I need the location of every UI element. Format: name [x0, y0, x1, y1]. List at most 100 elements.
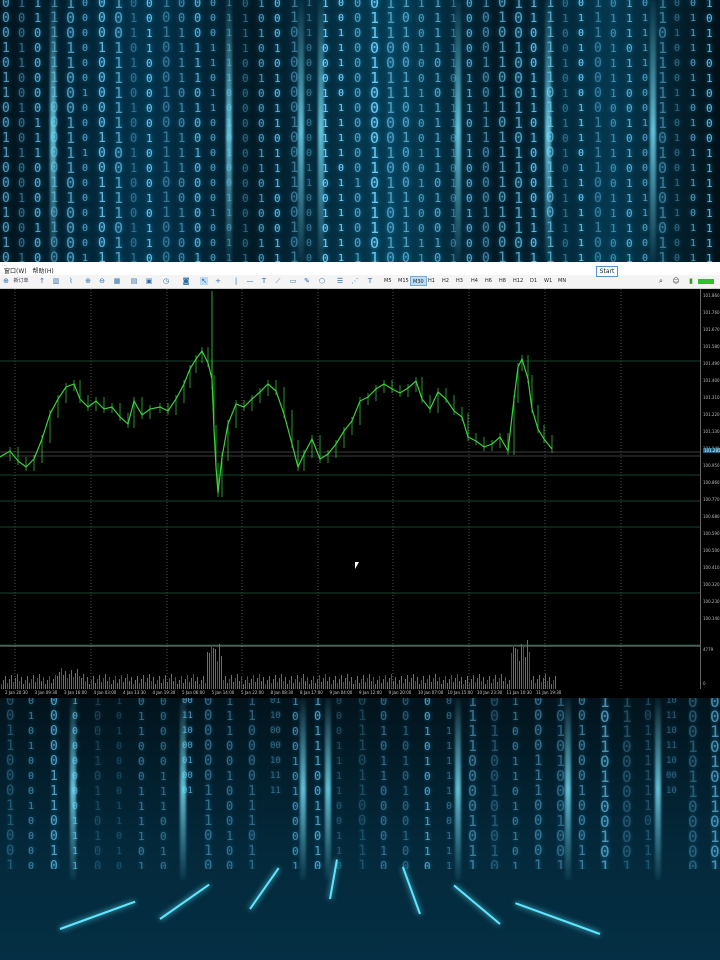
timeframe-h6[interactable]: H6	[483, 276, 494, 286]
volume-bar	[533, 676, 534, 689]
volume-bar	[481, 681, 482, 689]
timeframe-h12[interactable]: H12	[511, 276, 525, 286]
zoom-in-icon[interactable]: ⊕	[84, 277, 92, 285]
price-chart[interactable]	[0, 289, 700, 689]
line-chart-icon[interactable]: ⌇	[67, 277, 75, 285]
trendline-icon[interactable]: ⟋	[274, 277, 282, 285]
screenshot-icon[interactable]: ◙	[182, 277, 190, 285]
volume-bar	[531, 680, 532, 689]
one-click-trading-icon[interactable]: ↑	[38, 277, 46, 285]
time-tick-label: 4 Jan 03:00	[93, 690, 117, 695]
zoom-out-icon[interactable]: ⊖	[98, 277, 106, 285]
clock-icon[interactable]: ◷	[162, 277, 170, 285]
horizontal-line-icon[interactable]: —	[246, 277, 254, 285]
volume-bar	[171, 674, 172, 689]
price-tick-label: 101.130	[703, 429, 720, 434]
volume-bar	[477, 678, 478, 689]
timeframe-mn[interactable]: MN	[556, 276, 568, 286]
time-tick-label: 10 Jan 07:00	[418, 690, 444, 695]
account-icon[interactable]: ☺	[672, 277, 680, 285]
volume-bar	[389, 678, 390, 689]
volume-bar	[429, 675, 430, 689]
light-beam	[565, 698, 571, 880]
volume-bar	[13, 682, 14, 689]
time-tick-label: 3 Jan 09:30	[34, 690, 58, 695]
volume-bar	[385, 675, 386, 689]
bar-chart-icon[interactable]: ▥	[52, 277, 60, 285]
start-button[interactable]: Start	[596, 266, 618, 277]
timeframe-m30[interactable]: M30	[410, 276, 427, 286]
autoscroll-icon[interactable]: ▣	[145, 277, 153, 285]
volume-bar	[401, 676, 402, 689]
volume-bar	[263, 677, 264, 689]
binary-rain-column: 00000111001001	[50, 698, 58, 869]
timeframe-h2[interactable]: H2	[440, 276, 451, 286]
volume-bar	[459, 681, 460, 689]
volume-bar	[129, 681, 130, 689]
volume-bar	[99, 675, 100, 689]
menu-window[interactable]: 窗口(W)	[4, 268, 27, 275]
timeframe-w1[interactable]: W1	[542, 276, 554, 286]
timeframe-d1[interactable]: D1	[528, 276, 539, 286]
volume-bar	[291, 676, 292, 689]
volume-bar	[83, 674, 84, 689]
timeframe-h8[interactable]: H8	[497, 276, 508, 286]
cursor-tool-icon[interactable]: ↖	[200, 277, 208, 285]
volume-bar	[63, 675, 64, 689]
binary-rain-column: 0001110100100000011110	[194, 0, 202, 262]
volume-bar	[131, 677, 132, 689]
shapes-icon[interactable]: ⬡	[318, 277, 326, 285]
volume-bar	[451, 675, 452, 689]
volume-bar	[301, 678, 302, 689]
binary-rain-column: 11100100010001	[226, 698, 234, 869]
volume-bar	[245, 680, 246, 689]
volume-bar	[47, 680, 48, 689]
new-order-button[interactable]: 新订单	[11, 276, 31, 286]
timeframe-m15[interactable]: M15	[396, 276, 411, 286]
price-axis: 101.860 101.760 101.670 101.580 101.490 101.4…	[700, 289, 720, 689]
volume-bar	[355, 680, 356, 689]
new-order-icon[interactable]: ⊕	[2, 277, 10, 285]
volume-bar	[163, 679, 164, 689]
time-tick-label: 3 Jan 16:00	[64, 690, 87, 695]
binary-rain-column: 1110000100011000000111	[306, 0, 313, 262]
binary-rain-column: 01010001000000	[28, 698, 35, 869]
volume-bar	[53, 679, 54, 689]
timeframe-h4[interactable]: H4	[469, 276, 480, 286]
volume-bar	[275, 675, 276, 689]
indicators-icon[interactable]: ▤	[130, 277, 138, 285]
volume-bar	[217, 661, 218, 689]
volume-bar	[465, 680, 466, 689]
volume-bar	[543, 678, 544, 689]
fibonacci-icon[interactable]: ☰	[336, 277, 344, 285]
volume-bar	[35, 682, 36, 689]
binary-rain-column: 11100000000101	[622, 698, 632, 869]
volume-bar	[453, 682, 454, 689]
volume-bar	[195, 681, 196, 689]
time-tick-label: 8 Jan 17:00	[300, 690, 323, 695]
volume-bar	[211, 647, 212, 689]
volume-bar	[273, 679, 274, 689]
volume-bar	[255, 682, 256, 689]
volume-bar	[257, 678, 258, 689]
price-tick-label: 101.670	[703, 327, 720, 332]
search-icon[interactable]: ⌕	[657, 277, 665, 285]
vertical-line-icon[interactable]: |	[232, 277, 240, 285]
rectangle-icon[interactable]: ▭	[289, 277, 297, 285]
channel-icon[interactable]: ⋰	[351, 277, 359, 285]
volume-bar	[181, 676, 182, 689]
volume-bar	[267, 680, 268, 689]
crosshair-icon[interactable]: +	[214, 277, 222, 285]
volume-bar	[189, 682, 190, 689]
text-tool-icon[interactable]: T	[260, 277, 268, 285]
timeframe-m5[interactable]: M5	[382, 276, 394, 286]
timeframe-h3[interactable]: H3	[454, 276, 465, 286]
volume-bar	[421, 680, 422, 689]
volume-bar	[143, 675, 144, 689]
text-label-icon[interactable]: T	[366, 277, 374, 285]
timeframe-h1[interactable]: H1	[426, 276, 437, 286]
tile-windows-icon[interactable]: ▦	[113, 277, 121, 285]
menu-help[interactable]: 帮助(H)	[33, 268, 54, 275]
pencil-icon[interactable]: ✎	[303, 277, 311, 285]
volume-bar	[219, 644, 220, 689]
